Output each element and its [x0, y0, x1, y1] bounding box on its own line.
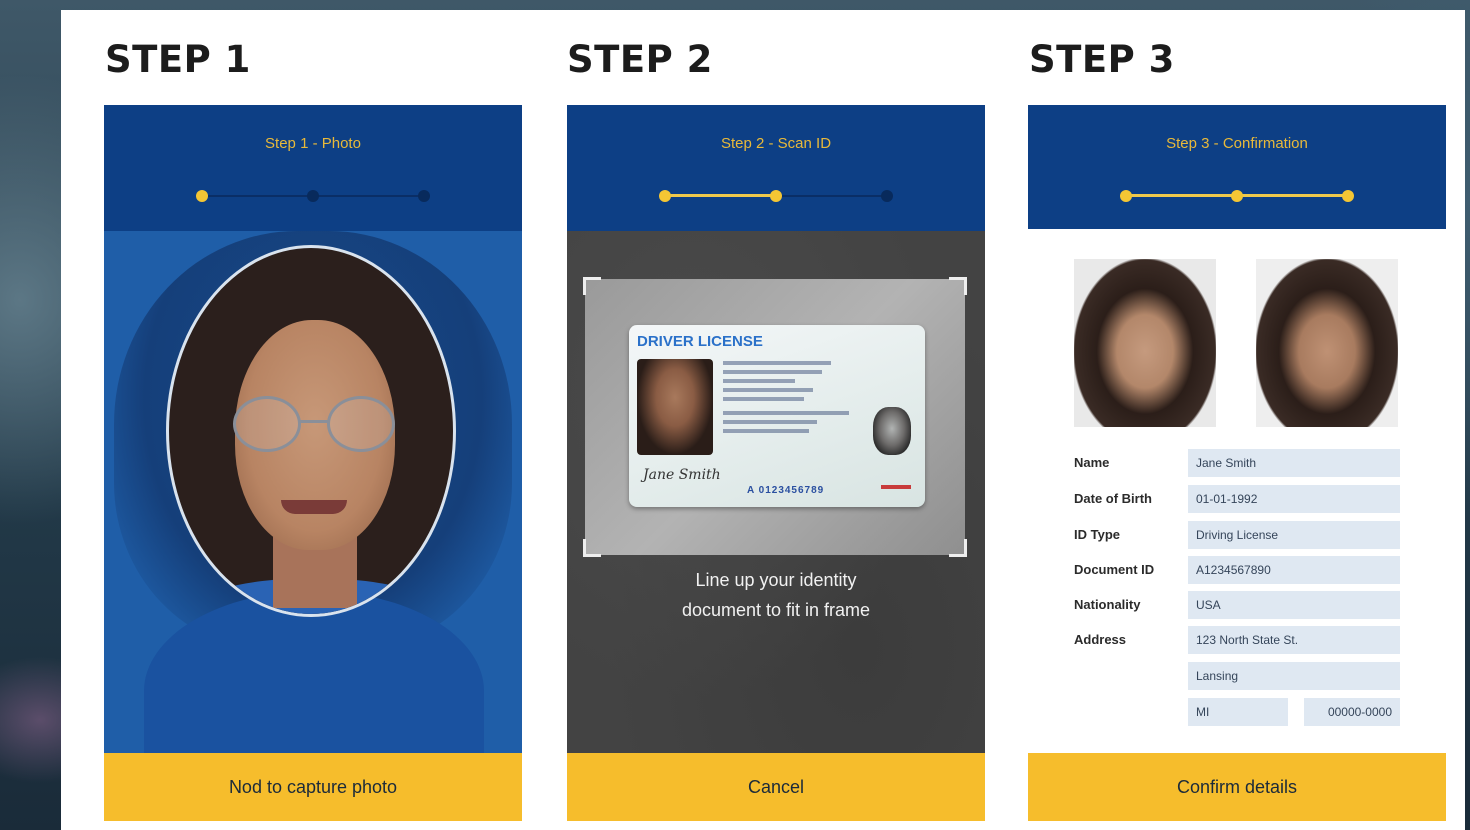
- detail-line: [723, 361, 831, 365]
- glasses-bridge: [299, 420, 329, 423]
- confirmation-view: Name Date of Birth ID Type Document ID N…: [1028, 231, 1446, 753]
- scan-instruction: Line up your identity document to fit in…: [681, 570, 871, 620]
- license-ghost-photo: [873, 407, 911, 455]
- progress-fill: [665, 194, 776, 197]
- progress-indicator: [196, 189, 430, 203]
- progress-indicator: [659, 189, 893, 203]
- detail-line: [723, 379, 795, 383]
- glasses-left-lens: [233, 396, 301, 452]
- id-type-field[interactable]: [1188, 521, 1400, 549]
- progress-dot-1: [1120, 190, 1132, 202]
- document-id-field[interactable]: [1188, 556, 1400, 584]
- license-photo: [637, 359, 713, 455]
- screen-title: Step 2 - Scan ID: [720, 135, 832, 152]
- face-capture-oval: [166, 245, 456, 617]
- document-id-label: Document ID: [1074, 562, 1155, 577]
- progress-dot-1: [659, 190, 671, 202]
- address-state-field[interactable]: [1188, 698, 1288, 726]
- detail-line: [723, 420, 817, 424]
- id-type-label: ID Type: [1074, 527, 1120, 542]
- document-id-row: Document ID: [1074, 556, 1400, 584]
- document-photo: [1256, 259, 1398, 427]
- progress-dot-2: [1231, 190, 1243, 202]
- address-state-zip-row: [1074, 698, 1400, 726]
- confirm-details-button[interactable]: Confirm details: [1028, 753, 1446, 821]
- captured-selfie-photo: [1074, 259, 1216, 427]
- progress-dot-2: [307, 190, 319, 202]
- detail-line: [723, 388, 813, 392]
- progress-dot-3: [881, 190, 893, 202]
- step-1-phone-screen: Step 1 - Photo Nod to capture photo: [104, 105, 522, 821]
- address-label: Address: [1074, 632, 1127, 647]
- camera-view: DRIVER LICENSE Jane Smith A 0123456789 L…: [567, 231, 985, 753]
- step-3-phone-screen: Step 3 - Confirmation Name Date of Birth: [1028, 105, 1446, 821]
- document-scan-frame: DRIVER LICENSE Jane Smith A 0123456789: [583, 277, 967, 557]
- address-city-field[interactable]: [1188, 662, 1400, 690]
- glasses-right-lens: [327, 396, 395, 452]
- step-2-heading: STEP 2: [567, 38, 713, 81]
- license-signature: Jane Smith: [643, 467, 721, 483]
- progress-dot-2: [770, 190, 782, 202]
- name-row: Name: [1074, 449, 1400, 477]
- detail-line: [723, 411, 849, 415]
- screen-header: Step 3 - Confirmation: [1028, 105, 1446, 229]
- address-zip-field[interactable]: [1304, 698, 1400, 726]
- screen-header: Step 1 - Photo: [104, 105, 522, 231]
- dob-field[interactable]: [1188, 485, 1400, 513]
- dob-label: Date of Birth: [1074, 491, 1152, 506]
- address-line1-field[interactable]: [1188, 626, 1400, 654]
- detail-line: [723, 370, 822, 374]
- progress-dot-3: [1342, 190, 1354, 202]
- name-field[interactable]: [1188, 449, 1400, 477]
- frame-corner: [949, 277, 967, 295]
- license-number: A 0123456789: [747, 485, 825, 496]
- nationality-row: Nationality: [1074, 591, 1400, 619]
- license-stripe: [881, 485, 911, 489]
- cancel-button[interactable]: Cancel: [567, 753, 985, 821]
- step-2-phone-screen: Step 2 - Scan ID DRIVER LICENSE Jane Smi…: [567, 105, 985, 821]
- progress-dot-3: [418, 190, 430, 202]
- step-1-heading: STEP 1: [105, 38, 251, 81]
- name-label: Name: [1074, 455, 1110, 470]
- id-type-row: ID Type: [1074, 521, 1400, 549]
- address-row: Address: [1074, 626, 1400, 654]
- frame-corner: [583, 277, 601, 295]
- screen-header: Step 2 - Scan ID: [567, 105, 985, 231]
- nationality-label: Nationality: [1074, 597, 1141, 612]
- detail-line: [723, 397, 804, 401]
- frame-corner: [949, 539, 967, 557]
- steps-panel: STEP 1 Step 1 - Photo Nod to capture pho…: [61, 10, 1465, 830]
- frame-corner: [583, 539, 601, 557]
- license-title: DRIVER LICENSE: [637, 333, 763, 350]
- progress-indicator: [1120, 189, 1354, 203]
- camera-view: [104, 231, 522, 791]
- screen-title: Step 3 - Confirmation: [1166, 135, 1308, 152]
- progress-dot-1: [196, 190, 208, 202]
- nationality-field[interactable]: [1188, 591, 1400, 619]
- screen-title: Step 1 - Photo: [265, 135, 361, 152]
- address-city-row: [1074, 662, 1400, 690]
- detail-line: [723, 429, 810, 433]
- nod-capture-button[interactable]: Nod to capture photo: [104, 753, 522, 821]
- driver-license-card: DRIVER LICENSE Jane Smith A 0123456789: [629, 325, 925, 507]
- dob-row: Date of Birth: [1074, 485, 1400, 513]
- smile: [281, 500, 347, 514]
- step-3-heading: STEP 3: [1029, 38, 1175, 81]
